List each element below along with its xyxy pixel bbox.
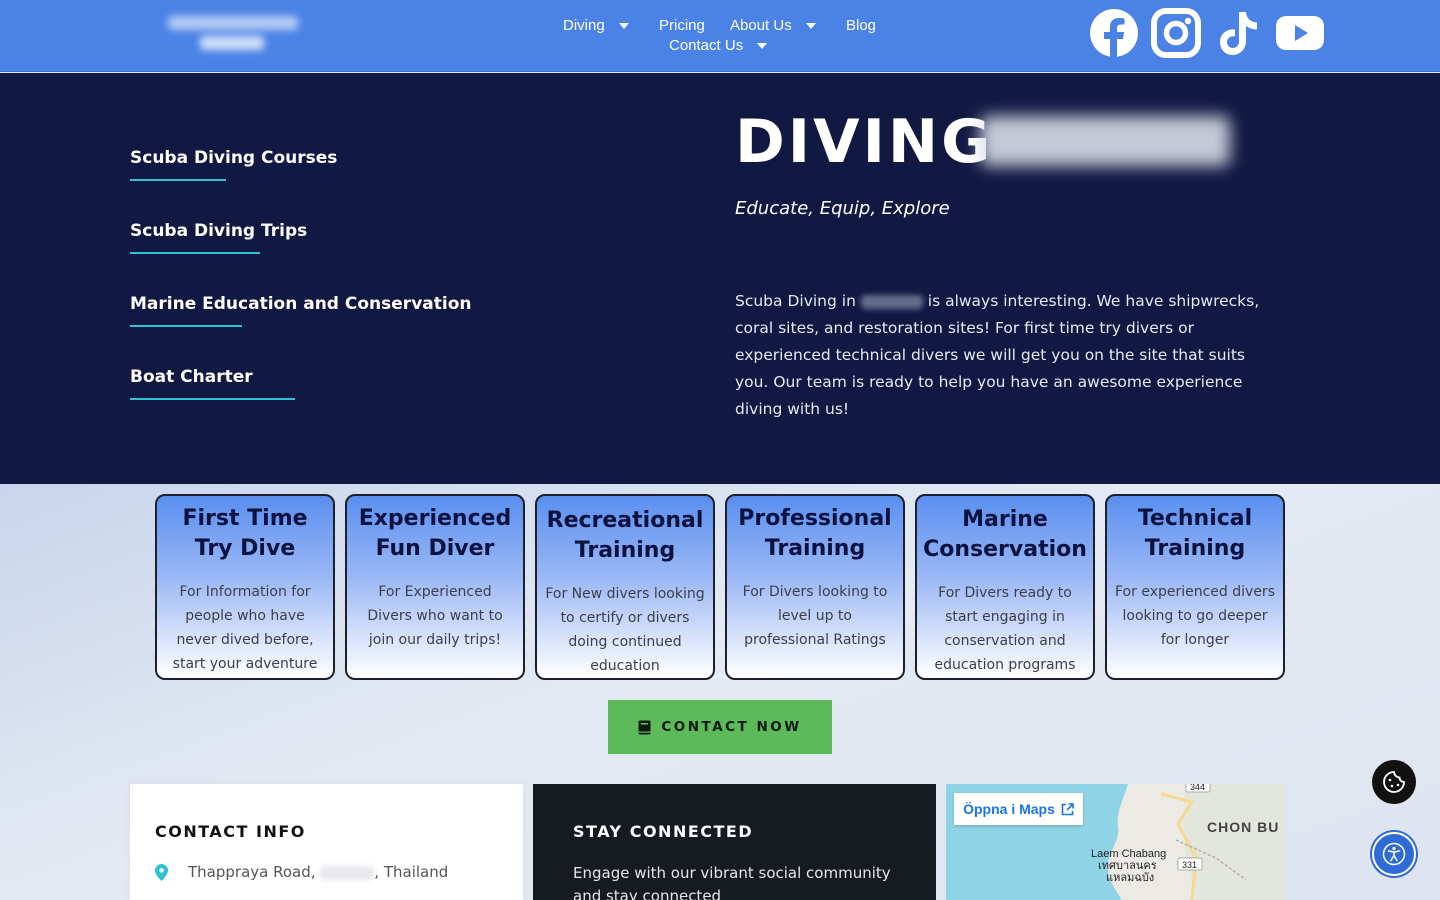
nav-pricing[interactable]: Pricing (659, 17, 705, 34)
underline (130, 398, 295, 400)
hero-description: Scuba Diving in is always interesting. W… (735, 288, 1265, 423)
facebook-icon[interactable] (1089, 8, 1139, 58)
nav-blog-label: Blog (846, 17, 877, 34)
stay-connected-panel: STAY CONNECTED Engage with our vibrant s… (533, 784, 936, 900)
chevron-down-icon (805, 22, 816, 29)
blurred-title-text (980, 116, 1230, 166)
card-title: Professional Training (738, 506, 892, 561)
contact-info-heading: CONTACT INFO (155, 822, 306, 841)
open-in-maps-button[interactable]: Öppna i Maps (954, 793, 1083, 825)
address-street: Thappraya Road, (188, 863, 316, 881)
map-label-route-331: 331 (1182, 860, 1198, 870)
card-description: For experienced divers looking to go dee… (1115, 584, 1275, 648)
nav-about-label: About Us (730, 17, 792, 34)
site-logo[interactable] (168, 12, 303, 56)
nav-about[interactable]: About Us (730, 17, 816, 34)
map-label-route-344: 344 (1190, 784, 1206, 792)
card-first-time-dive[interactable]: First Time Try Dive For Information for … (155, 494, 335, 680)
card-marine-conservation[interactable]: Marine Conservation For Divers ready to … (915, 494, 1095, 680)
hero-text-start: Scuba Diving in (735, 292, 856, 310)
nav-contact-label: Contact Us (669, 37, 744, 54)
card-fun-diver[interactable]: Experienced Fun Diver For Experienced Di… (345, 494, 525, 680)
card-title: Experienced Fun Diver (358, 506, 512, 561)
nav-blog[interactable]: Blog (846, 17, 876, 34)
card-title: Marine Conservation (923, 507, 1087, 562)
card-description: For New divers looking to certify or div… (545, 586, 705, 674)
nav-contact[interactable]: Contact Us (669, 37, 768, 54)
link-boat-charter[interactable]: Boat Charter (130, 367, 253, 387)
address-text: Thappraya Road, , Thailand (188, 863, 448, 881)
chevron-down-icon (618, 22, 629, 29)
accessibility-icon (1382, 842, 1406, 866)
hero-tagline: Educate, Equip, Explore (735, 198, 950, 219)
site-header: Diving Pricing About Us Blog Contact Us (0, 0, 1440, 72)
location-map[interactable]: Öppna i Maps CHON BU Laem Chabang เทศบาล… (946, 784, 1285, 900)
blurred-location (860, 294, 923, 309)
external-link-icon (1061, 802, 1074, 815)
card-professional-training[interactable]: Professional Training For Divers looking… (725, 494, 905, 680)
youtube-icon[interactable] (1275, 8, 1325, 58)
link-scuba-trips[interactable]: Scuba Diving Trips (130, 221, 307, 241)
underline (130, 325, 242, 327)
card-description: For Information for people who have neve… (172, 584, 318, 672)
nav-pricing-label: Pricing (659, 17, 705, 34)
link-scuba-courses[interactable]: Scuba Diving Courses (130, 148, 337, 168)
open-in-maps-label: Öppna i Maps (963, 801, 1055, 817)
accessibility-button[interactable] (1372, 832, 1416, 876)
card-description: For Divers ready to start engaging in co… (934, 585, 1076, 673)
contact-now-label: CONTACT NOW (661, 719, 802, 735)
map-label-laem-chabang: Laem Chabang (1091, 848, 1167, 860)
stay-connected-heading: STAY CONNECTED (573, 822, 754, 841)
cookie-icon (1383, 771, 1405, 793)
hero-text-end: is always interesting. We have shipwreck… (735, 292, 1260, 418)
card-title: Recreational Training (546, 508, 704, 563)
contact-now-button[interactable]: CONTACT NOW (608, 700, 832, 754)
map-label-chonburi: CHON BU (1207, 819, 1280, 835)
underline (130, 252, 260, 254)
card-description: For Divers looking to level up to profes… (742, 584, 888, 648)
cookie-settings-button[interactable] (1372, 760, 1416, 804)
map-pin-icon (155, 864, 168, 881)
book-icon (638, 720, 651, 734)
nav-diving[interactable]: Diving (563, 17, 629, 34)
card-title: Technical Training (1137, 506, 1253, 561)
map-label-thai-2: แหลมฉบัง (1106, 872, 1155, 884)
card-recreational-training[interactable]: Recreational Training For New divers loo… (535, 494, 715, 680)
underline (130, 179, 226, 181)
nav-diving-label: Diving (563, 17, 605, 34)
instagram-icon[interactable] (1151, 8, 1201, 58)
stay-connected-text: Engage with our vibrant social community… (573, 864, 891, 900)
link-marine-education[interactable]: Marine Education and Conservation (130, 294, 471, 314)
card-technical-training[interactable]: Technical Training For experienced diver… (1105, 494, 1285, 680)
tiktok-icon[interactable] (1213, 8, 1263, 58)
chevron-down-icon (757, 42, 768, 49)
card-title: First Time Try Dive (182, 506, 308, 561)
hero-section: Scuba Diving Courses Scuba Diving Trips … (0, 73, 1440, 484)
address-country: , Thailand (374, 863, 449, 881)
card-description: For Experienced Divers who want to join … (367, 584, 503, 648)
page-title: DIVING (735, 107, 994, 177)
contact-info-panel: CONTACT INFO Thappraya Road, , Thailand (130, 784, 523, 900)
blurred-location (320, 865, 375, 880)
map-label-thai-1: เทศบาลนคร (1098, 860, 1157, 872)
